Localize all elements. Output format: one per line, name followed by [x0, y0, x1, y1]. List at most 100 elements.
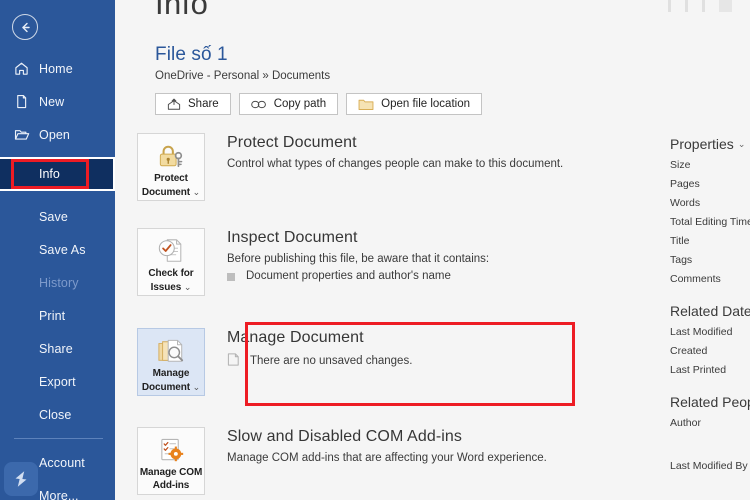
sidebar-item-export[interactable]: Export [0, 365, 115, 398]
check-for-issues-button[interactable]: Check for Issues ⌄ [137, 228, 205, 296]
sidebar-item-save[interactable]: Save [0, 200, 115, 233]
btn-line-2: Document [141, 186, 190, 198]
open-folder-icon [13, 126, 30, 143]
protect-document-button[interactable]: Protect Document ⌄ [137, 133, 205, 201]
home-icon [13, 60, 30, 77]
protect-document-text: Protect Document Control what types of c… [227, 133, 563, 172]
chevron-down-icon[interactable]: ⌄ [193, 382, 201, 392]
manage-document-section: Manage Document ⌄ Manage Document There … [137, 328, 412, 396]
sidebar-divider-2 [14, 438, 103, 439]
file-path-breadcrumb: OneDrive - Personal » Documents [155, 70, 331, 82]
backstage-sidebar: Home New Open Info Save Save As History … [0, 0, 115, 500]
share-button-label: Share [188, 98, 219, 110]
ghost-mark-4 [719, 0, 732, 12]
manage-document-text: Manage Document There are no unsaved cha… [227, 328, 412, 370]
sidebar-item-save-as[interactable]: Save As [0, 233, 115, 266]
property-row-total-editing-time[interactable]: Total Editing Time [670, 216, 750, 228]
sidebar-item-info-label: Info [39, 167, 60, 181]
copy-path-button[interactable]: Copy path [238, 93, 339, 115]
chevron-down-icon[interactable]: ⌄ [184, 282, 192, 292]
inspect-document-section: Check for Issues ⌄ Inspect Document Befo… [137, 228, 489, 296]
property-row-comments[interactable]: Comments [670, 273, 750, 285]
manage-document-icon [155, 336, 187, 366]
btn-line-2: Document [141, 381, 190, 393]
property-row-words[interactable]: Words [670, 197, 750, 209]
section-description: Control what types of changes people can… [227, 158, 564, 170]
folder-icon [358, 98, 374, 111]
property-row-tags[interactable]: Tags [670, 254, 750, 266]
protect-document-section: Protect Document ⌄ Protect Document Cont… [137, 133, 563, 201]
sidebar-item-label: History [39, 275, 79, 290]
com-addins-gear-icon [157, 435, 186, 465]
com-addins-section: Manage COM Add-ins Slow and Disabled COM… [137, 427, 547, 495]
sidebar-item-open[interactable]: Open [0, 118, 115, 151]
sidebar-item-label: Export [39, 374, 76, 389]
manage-com-addins-button[interactable]: Manage COM Add-ins [137, 427, 205, 495]
status-label: There are no unsaved changes. [250, 355, 413, 367]
sidebar-item-label: New [39, 94, 65, 109]
protect-document-button-label: Protect Document ⌄ [142, 173, 200, 199]
open-file-location-button[interactable]: Open file location [346, 93, 482, 115]
com-addins-text: Slow and Disabled COM Add-ins Manage COM… [227, 427, 547, 466]
sidebar-item-history: History [0, 266, 115, 299]
info-main-panel: Info File số 1 OneDrive - Personal » Doc… [115, 0, 750, 500]
file-action-toolbar: Share Copy path Open file location [155, 93, 482, 115]
inspect-document-text: Inspect Document Before publishing this … [227, 228, 489, 282]
sidebar-item-print[interactable]: Print [0, 299, 115, 332]
lock-key-icon [156, 141, 186, 171]
properties-heading[interactable]: Properties ⌄ [670, 136, 750, 152]
property-row-last-printed[interactable]: Last Printed [670, 364, 750, 376]
share-icon [167, 98, 181, 111]
property-row-title[interactable]: Title [670, 235, 750, 247]
back-arrow-icon[interactable] [12, 14, 38, 40]
open-file-location-button-label: Open file location [381, 98, 470, 110]
bullet-square-icon [227, 273, 235, 281]
new-file-icon [13, 93, 30, 110]
property-row-created[interactable]: Created [670, 345, 750, 357]
properties-heading-label: Properties [670, 136, 734, 152]
manage-document-status: There are no unsaved changes. [227, 352, 412, 370]
manage-document-button-label: Manage Document ⌄ [142, 368, 200, 394]
sidebar-item-new[interactable]: New [0, 85, 115, 118]
sidebar-item-close[interactable]: Close [0, 398, 115, 431]
page-title: Info [155, 0, 209, 21]
file-name: File số 1 [155, 44, 228, 65]
inspect-bullet-item: Document properties and author's name [227, 270, 489, 282]
property-row-size[interactable]: Size [670, 159, 750, 171]
cropped-top-graphics [668, 0, 732, 12]
property-row-last-modified[interactable]: Last Modified [670, 326, 750, 338]
btn-line-1: Manage COM [139, 467, 203, 478]
related-dates-heading: Related Dates [670, 303, 750, 319]
btn-line-1: Check for [148, 268, 194, 279]
property-row-pages[interactable]: Pages [670, 178, 750, 190]
chevron-down-icon[interactable]: ⌄ [193, 187, 201, 197]
sidebar-item-label: More... [39, 488, 79, 500]
sidebar-item-label: Save [39, 209, 68, 224]
btn-line-1: Protect [154, 173, 188, 184]
section-heading: Inspect Document [227, 229, 358, 246]
sidebar-item-label: Share [39, 341, 73, 356]
section-description: Manage COM add-ins that are affecting yo… [227, 452, 547, 464]
section-description: Before publishing this file, be aware th… [227, 253, 490, 265]
sidebar-item-label: Account [39, 455, 85, 470]
property-row-author[interactable]: Author [670, 417, 750, 429]
sidebar-item-label: Close [39, 407, 72, 422]
sidebar-item-label: Save As [39, 242, 86, 257]
ghost-mark-1 [668, 0, 671, 12]
properties-panel: Properties ⌄ Size Pages Words Total Edit… [665, 0, 750, 500]
sidebar-item-share[interactable]: Share [0, 332, 115, 365]
sidebar-item-home[interactable]: Home [0, 52, 115, 85]
section-heading: Slow and Disabled COM Add-ins [227, 428, 463, 445]
word-backstage-info-screen: Home New Open Info Save Save As History … [0, 0, 750, 500]
related-people-heading: Related People [670, 394, 750, 410]
sidebar-item-label: Home [39, 61, 73, 76]
sidebar-item-label: Print [39, 308, 66, 323]
document-pages-icon [227, 352, 241, 370]
btn-line-2: Add-ins [152, 479, 190, 491]
properties-spacer [670, 429, 750, 453]
share-button[interactable]: Share [155, 93, 231, 115]
manage-document-button[interactable]: Manage Document ⌄ [137, 328, 205, 396]
property-row-last-modified-by[interactable]: Last Modified By [670, 460, 750, 472]
btn-line-2: Issues [150, 281, 182, 293]
chevron-down-icon[interactable]: ⌄ [738, 139, 746, 150]
